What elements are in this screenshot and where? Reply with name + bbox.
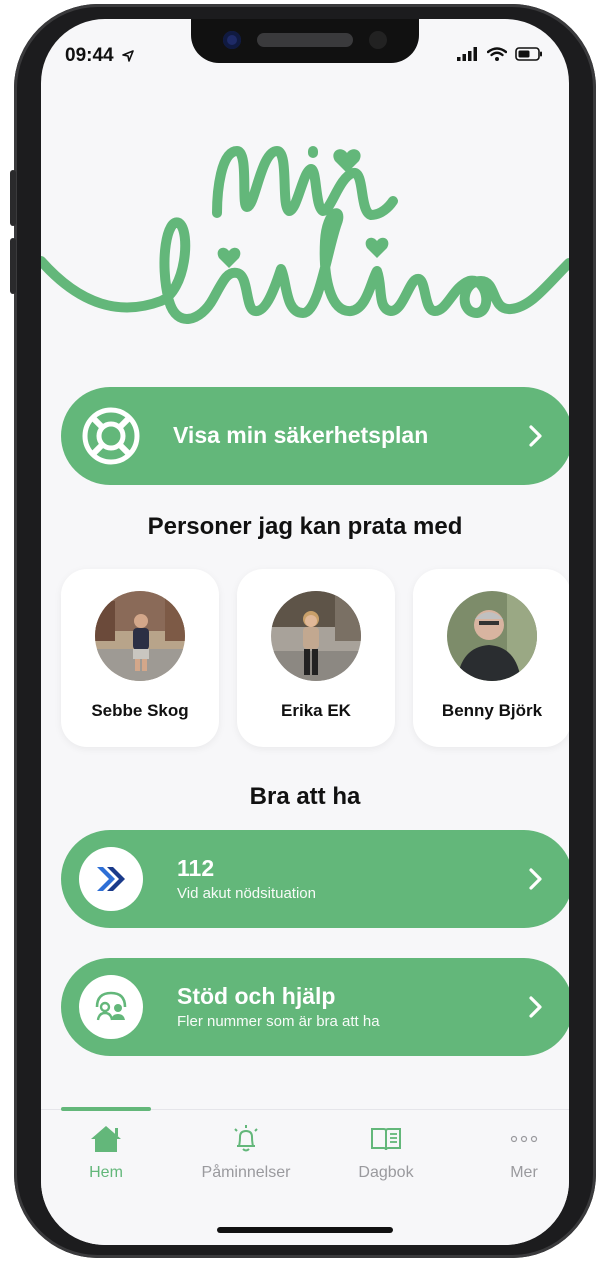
- good-to-have-heading: Bra att ha: [249, 783, 361, 810]
- tab-label: Påminnelser: [201, 1164, 291, 1181]
- home-icon: [91, 1126, 121, 1152]
- tab-label: Dagbok: [358, 1164, 414, 1181]
- chevron-right-icon: [529, 868, 542, 890]
- home-indicator[interactable]: [217, 1227, 393, 1233]
- status-time-text: 09:44: [65, 45, 114, 66]
- contact-card-sebbe[interactable]: Sebbe Skog: [61, 569, 219, 747]
- avatar: [447, 591, 537, 681]
- tab-home[interactable]: Hem: [51, 1124, 161, 1182]
- safety-plan-label: Visa min säkerhetsplan: [173, 422, 429, 449]
- avatar: [271, 591, 361, 681]
- battery-icon: [515, 47, 542, 61]
- contact-name: Erika EK: [281, 701, 351, 720]
- more-icon: [510, 1135, 538, 1143]
- contact-card-erika[interactable]: Erika EK: [237, 569, 395, 747]
- notch: [191, 19, 419, 63]
- support-people-icon: [79, 975, 143, 1039]
- active-tab-indicator: [61, 1107, 151, 1111]
- tab-diary[interactable]: Dagbok: [331, 1124, 441, 1182]
- chevron-right-icon: [529, 425, 542, 447]
- sensor: [369, 31, 387, 49]
- safety-plan-button[interactable]: Visa min säkerhetsplan: [61, 387, 569, 485]
- status-time: 09:44: [65, 45, 134, 67]
- tab-reminders[interactable]: Påminnelser: [191, 1124, 301, 1182]
- signal-icon: [457, 47, 477, 61]
- phone-side-button: [10, 238, 16, 294]
- book-icon: [371, 1128, 401, 1151]
- contact-card-benny[interactable]: Benny Björk: [413, 569, 569, 747]
- tab-more[interactable]: Mer: [469, 1124, 569, 1182]
- emergency-logo-icon: [79, 847, 143, 911]
- bell-icon: [234, 1125, 258, 1152]
- contact-name: Sebbe Skog: [91, 701, 189, 720]
- emergency-subtitle: Vid akut nödsituation: [177, 885, 316, 903]
- app-screen: 09:44 Visa min säkerhetsplan Personer ja…: [41, 19, 569, 1245]
- emergency-title: 112: [177, 854, 215, 881]
- support-title: Stöd och hjälp: [177, 982, 336, 1009]
- location-arrow-icon: [122, 50, 134, 62]
- wifi-icon: [487, 47, 507, 61]
- people-heading: Personer jag kan prata med: [147, 513, 463, 540]
- support-help-button[interactable]: Stöd och hjälp Fler nummer som är bra at…: [61, 958, 569, 1056]
- emergency-112-button[interactable]: 112 Vid akut nödsituation: [61, 830, 569, 928]
- tab-bar: Hem Påminnelser Dagbok Mer: [41, 1107, 569, 1245]
- support-subtitle: Fler nummer som är bra att ha: [177, 1013, 380, 1031]
- camera: [223, 31, 241, 49]
- phone-side-button: [10, 170, 16, 226]
- lifebuoy-icon: [79, 404, 143, 468]
- tab-label: Mer: [510, 1164, 538, 1181]
- contact-name: Benny Björk: [441, 701, 543, 720]
- speaker: [257, 33, 353, 47]
- tab-label: Hem: [89, 1164, 123, 1181]
- min-livlina-logo: [41, 146, 569, 324]
- chevron-right-icon: [529, 996, 542, 1018]
- status-icons: [457, 47, 543, 61]
- avatar: [95, 591, 185, 681]
